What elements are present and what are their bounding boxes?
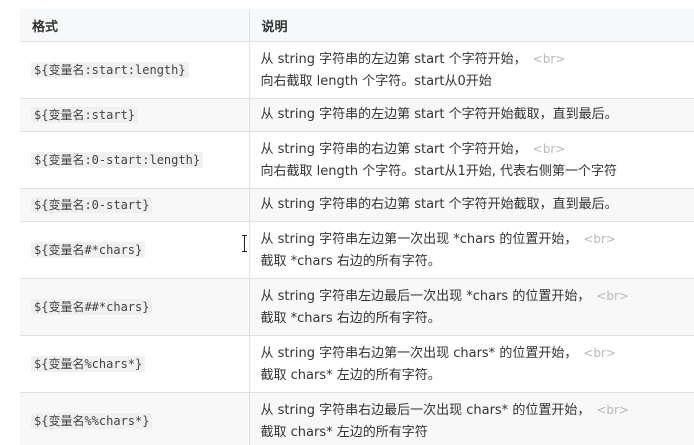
description-line-2: 截取 chars* 左边的所有字符。 xyxy=(260,367,441,383)
format-code: ${变量名:start:length} xyxy=(31,61,189,78)
string-ops-table-wrap: 格式 说明 ${变量名:start:length} 从 string 字符串的左… xyxy=(20,9,694,445)
description-cell: 从 string 字符串右边最后一次出现 chars* 的位置开始， <br> 截… xyxy=(249,392,694,445)
format-code: ${变量名%%chars*} xyxy=(31,412,153,429)
description-line-1: 从 string 字符串的右边第 start 个字符开始， <br> xyxy=(260,141,566,157)
description-line-1: 从 string 字符串左边第一次出现 *chars 的位置开始， <br> xyxy=(260,231,617,247)
description-cell: 从 string 字符串右边第一次出现 chars* 的位置开始， <br> 截取… xyxy=(249,335,694,393)
format-code: ${变量名:0-start} xyxy=(31,196,153,213)
table-row: ${变量名%chars*} 从 string 字符串右边第一次出现 chars*… xyxy=(20,335,694,393)
br-tag: <br> xyxy=(583,231,616,246)
br-tag: <br> xyxy=(532,51,566,66)
text-cursor-icon xyxy=(242,235,247,252)
format-code: ${变量名%chars*} xyxy=(31,355,146,372)
description-line-1: 从 string 字符串的左边第 start 个字符开始， <br> xyxy=(260,51,566,67)
description-line-2: 截取 chars* 左边的所有字符 xyxy=(260,424,428,440)
format-cell: ${变量名:start:length} xyxy=(20,41,250,99)
format-code: ${变量名:0-start:length} xyxy=(31,151,204,168)
br-tag: <br> xyxy=(532,141,566,156)
table-row: ${变量名#*chars} 从 string 字符串左边第一次出现 *chars… xyxy=(20,221,694,279)
table-row: ${变量名%%chars*} 从 string 字符串右边最后一次出现 char… xyxy=(20,392,694,445)
format-cell: ${变量名:start} xyxy=(20,98,250,132)
table-row: ${变量名##*chars} 从 string 字符串左边最后一次出现 *cha… xyxy=(20,278,694,336)
description-cell: 从 string 字符串的左边第 start 个字符开始， <br> 向右截取 l… xyxy=(249,41,694,99)
format-cell: ${变量名%%chars*} xyxy=(20,392,250,445)
description-line-1: 从 string 字符串左边最后一次出现 *chars 的位置开始， <br> xyxy=(260,288,630,304)
br-tag: <br> xyxy=(583,345,616,360)
table-row: ${变量名:start:length} 从 string 字符串的左边第 sta… xyxy=(20,41,694,99)
table-row: ${变量名:start} 从 string 字符串的左边第 start 个字符开… xyxy=(20,98,694,132)
description-cell: 从 string 字符串的右边第 start 个字符开始截取，直到最后。 xyxy=(249,188,694,222)
table-header-row: 格式 说明 xyxy=(20,9,694,42)
description-line-2: 向右截取 length 个字符。start从0开始 xyxy=(260,73,492,89)
format-cell: ${变量名:0-start} xyxy=(20,188,250,222)
description-cell: 从 string 字符串的右边第 start 个字符开始， <br> 向右截取 l… xyxy=(249,131,694,189)
string-ops-table: 格式 说明 ${变量名:start:length} 从 string 字符串的左… xyxy=(20,9,694,445)
description-cell: 从 string 字符串左边最后一次出现 *chars 的位置开始， <br> 截… xyxy=(249,278,694,336)
description-line-1: 从 string 字符串右边第一次出现 chars* 的位置开始， <br> xyxy=(260,345,617,361)
description-line-2: 截取 *chars 右边的所有字符。 xyxy=(260,310,441,326)
format-cell: ${变量名:0-start:length} xyxy=(20,131,250,189)
br-tag: <br> xyxy=(596,288,629,303)
format-code: ${变量名:start} xyxy=(31,106,139,123)
description-line-2: 向右截取 length 个字符。start从1开始, 代表右侧第一个字符 xyxy=(260,163,618,179)
header-description: 说明 xyxy=(249,9,694,42)
format-cell: ${变量名#*chars} xyxy=(20,221,250,279)
format-cell: ${变量名##*chars} xyxy=(20,278,250,336)
header-format: 格式 xyxy=(20,9,250,42)
format-code: ${变量名##*chars} xyxy=(31,298,153,315)
format-code: ${变量名#*chars} xyxy=(31,241,146,258)
description-line-1: 从 string 字符串右边最后一次出现 chars* 的位置开始， <br> xyxy=(260,402,630,418)
table-row: ${变量名:0-start:length} 从 string 字符串的右边第 s… xyxy=(20,131,694,189)
description-cell: 从 string 字符串的左边第 start 个字符开始截取，直到最后。 xyxy=(249,98,694,132)
description-line-1: 从 string 字符串的右边第 start 个字符开始截取，直到最后。 xyxy=(260,197,618,212)
br-tag: <br> xyxy=(596,402,629,417)
format-cell: ${变量名%chars*} xyxy=(20,335,250,393)
description-cell: 从 string 字符串左边第一次出现 *chars 的位置开始， <br> 截取… xyxy=(249,221,694,279)
description-line-2: 截取 *chars 右边的所有字符。 xyxy=(260,253,441,269)
description-line-1: 从 string 字符串的左边第 start 个字符开始截取，直到最后。 xyxy=(260,107,618,122)
table-row: ${变量名:0-start} 从 string 字符串的右边第 start 个字… xyxy=(20,188,694,222)
